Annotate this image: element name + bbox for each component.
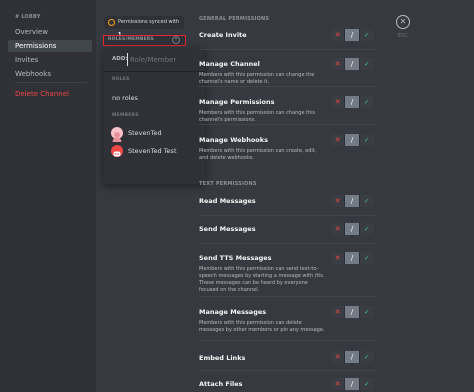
permission-toggle: ✕ / ✓ bbox=[331, 58, 374, 70]
deny-button[interactable]: ✕ bbox=[331, 252, 346, 264]
passthrough-button[interactable]: / bbox=[345, 29, 360, 41]
permission-toggle: ✕ / ✓ bbox=[331, 195, 374, 207]
passthrough-button[interactable]: / bbox=[345, 252, 360, 264]
permission-toggle: ✕ / ✓ bbox=[331, 306, 374, 318]
permission-toggle: ✕ / ✓ bbox=[331, 252, 374, 264]
discord-avatar-icon bbox=[111, 145, 123, 157]
general-permissions-heading: GENERAL PERMISSIONS bbox=[199, 16, 270, 22]
permission-toggle: ✕ / ✓ bbox=[331, 351, 374, 363]
member-name: StevenTed Test bbox=[128, 147, 177, 155]
no-roles-text: no roles bbox=[112, 94, 138, 102]
divider bbox=[199, 340, 376, 341]
roles-heading: ROLES bbox=[112, 77, 130, 82]
delete-channel-button[interactable]: Delete Channel bbox=[8, 88, 92, 100]
members-heading: MEMBERS bbox=[112, 113, 139, 118]
divider bbox=[199, 243, 376, 244]
passthrough-button[interactable]: / bbox=[345, 96, 360, 108]
divider bbox=[199, 49, 376, 50]
sync-icon bbox=[108, 19, 115, 26]
divider bbox=[199, 124, 376, 125]
text-permissions-heading: TEXT PERMISSIONS bbox=[199, 181, 257, 187]
divider bbox=[199, 296, 376, 297]
deny-button[interactable]: ✕ bbox=[331, 306, 346, 318]
permission-description: Members with this permission can send te… bbox=[199, 266, 325, 293]
allow-button[interactable]: ✓ bbox=[359, 252, 374, 264]
allow-button[interactable]: ✓ bbox=[359, 134, 374, 146]
passthrough-button[interactable]: / bbox=[345, 134, 360, 146]
divider bbox=[199, 370, 376, 371]
permission-toggle: ✕ / ✓ bbox=[331, 223, 374, 235]
permission-description: Members with this permission can delete … bbox=[199, 320, 325, 333]
sidebar-item-webhooks[interactable]: Webhooks bbox=[8, 68, 92, 80]
deny-button[interactable]: ✕ bbox=[331, 223, 346, 235]
deny-button[interactable]: ✕ bbox=[331, 378, 346, 390]
divider bbox=[199, 215, 376, 216]
add-role-member-popover: ADD: ROLES no roles MEMBERS StevenTed St… bbox=[103, 48, 205, 184]
allow-button[interactable]: ✓ bbox=[359, 195, 374, 207]
deny-button[interactable]: ✕ bbox=[331, 96, 346, 108]
sidebar-item-permissions[interactable]: Permissions bbox=[8, 40, 92, 52]
sync-text: Permissions synced with bbox=[118, 19, 180, 25]
add-label: ADD: bbox=[112, 56, 128, 62]
passthrough-button[interactable]: / bbox=[345, 223, 360, 235]
allow-button[interactable]: ✓ bbox=[359, 223, 374, 235]
passthrough-button[interactable]: / bbox=[345, 58, 360, 70]
passthrough-button[interactable]: / bbox=[345, 351, 360, 363]
esc-label: ESC bbox=[398, 33, 408, 39]
deny-button[interactable]: ✕ bbox=[331, 134, 346, 146]
avatar bbox=[111, 127, 123, 147]
channel-settings: # LOBBY Overview Permissions Invites Web… bbox=[0, 0, 474, 392]
sidebar-item-invites[interactable]: Invites bbox=[8, 54, 92, 66]
allow-button[interactable]: ✓ bbox=[359, 58, 374, 70]
allow-button[interactable]: ✓ bbox=[359, 96, 374, 108]
permission-description: Members with this permission can change … bbox=[199, 110, 316, 123]
permission-toggle: ✕ / ✓ bbox=[331, 134, 374, 146]
permissions-list: GENERAL PERMISSIONS Create Invite ✕ / ✓ … bbox=[196, 0, 386, 392]
allow-button[interactable]: ✓ bbox=[359, 29, 374, 41]
permission-toggle: ✕ / ✓ bbox=[331, 29, 374, 41]
permission-toggle: ✕ / ✓ bbox=[331, 96, 374, 108]
member-item[interactable]: StevenTed Test bbox=[111, 144, 201, 158]
permission-toggle: ✕ / ✓ bbox=[331, 378, 374, 390]
deny-button[interactable]: ✕ bbox=[331, 29, 346, 41]
allow-button[interactable]: ✓ bbox=[359, 306, 374, 318]
add-row: ADD: bbox=[103, 48, 205, 72]
sidebar-category: # LOBBY bbox=[15, 14, 41, 20]
permissions-sync-notice: Permissions synced with 1 bbox=[104, 16, 184, 38]
deny-button[interactable]: ✕ bbox=[331, 351, 346, 363]
deny-button[interactable]: ✕ bbox=[331, 58, 346, 70]
permission-description: Members with this permission can create,… bbox=[199, 148, 317, 161]
member-item[interactable]: StevenTed bbox=[111, 126, 201, 147]
add-role-member-button[interactable]: + bbox=[172, 36, 180, 44]
passthrough-button[interactable]: / bbox=[345, 306, 360, 318]
sidebar-item-overview[interactable]: Overview bbox=[8, 26, 92, 38]
member-name: StevenTed bbox=[128, 129, 162, 137]
role-member-search-input[interactable] bbox=[127, 53, 197, 66]
close-button[interactable]: ✕ bbox=[396, 15, 410, 29]
sidebar-divider bbox=[15, 82, 87, 83]
divider bbox=[199, 86, 376, 87]
sidebar: # LOBBY Overview Permissions Invites Web… bbox=[0, 0, 96, 392]
allow-button[interactable]: ✓ bbox=[359, 378, 374, 390]
allow-button[interactable]: ✓ bbox=[359, 351, 374, 363]
passthrough-button[interactable]: / bbox=[345, 195, 360, 207]
passthrough-button[interactable]: / bbox=[345, 378, 360, 390]
permission-description: Members with this permission can change … bbox=[199, 72, 315, 85]
deny-button[interactable]: ✕ bbox=[331, 195, 346, 207]
